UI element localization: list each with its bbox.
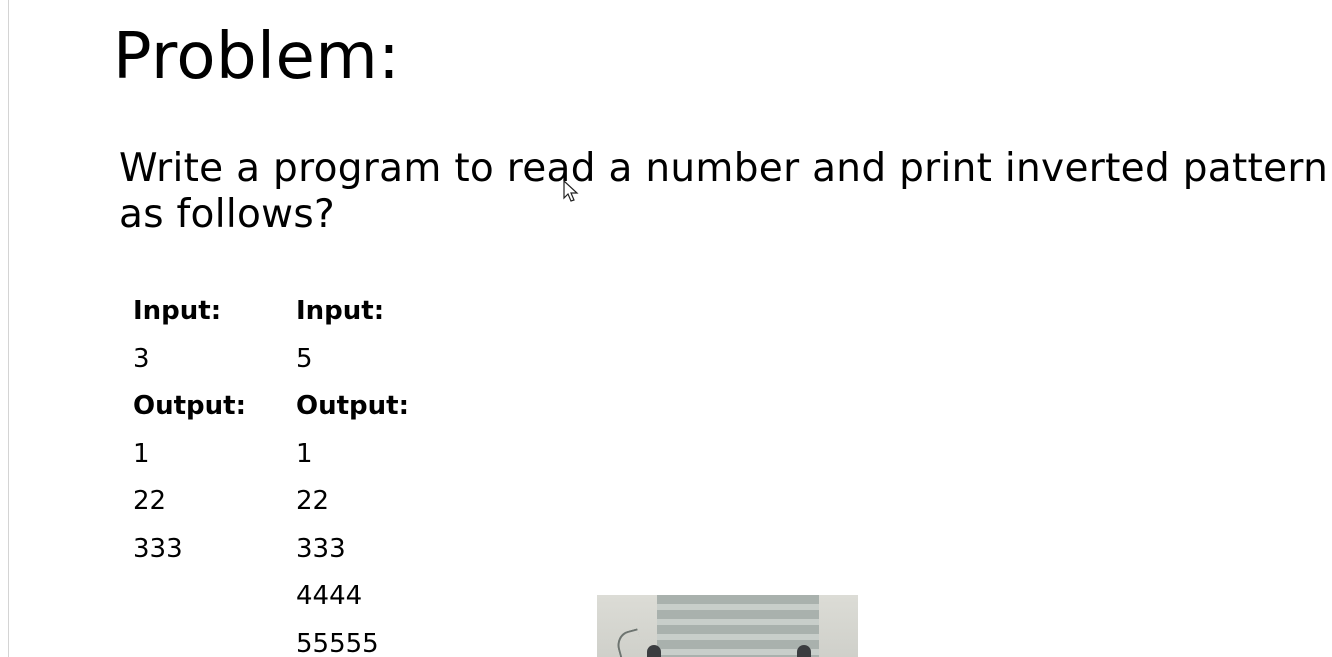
plant-decoration: [614, 628, 644, 657]
person-figure: [797, 645, 811, 657]
example-1-output-line: 333: [133, 533, 183, 564]
example-1-output-line: 1: [133, 438, 150, 469]
example-1-input-value: 3: [133, 343, 150, 374]
webcam-video-thumbnail[interactable]: [597, 595, 858, 657]
slide-title: Problem:: [113, 20, 401, 94]
example-2-input-label: Input:: [296, 296, 385, 326]
example-2-input-value: 5: [296, 343, 313, 374]
example-1-output-label: Output:: [133, 391, 246, 421]
example-2: Input: 5 Output: 1 22 333 4444 55555: [296, 292, 409, 657]
example-2-output-line: 333: [296, 533, 346, 564]
window-blinds: [657, 595, 819, 657]
example-1-output-line: 22: [133, 486, 167, 516]
example-1: Input: 3 Output: 1 22 333: [133, 292, 246, 577]
example-2-output-label: Output:: [296, 391, 409, 421]
example-1-input-label: Input:: [133, 296, 222, 326]
problem-statement: Write a program to read a number and pri…: [119, 146, 1329, 237]
example-2-output-line: 22: [296, 486, 330, 516]
person-figure: [647, 645, 661, 657]
slide-left-border: [8, 0, 9, 657]
mouse-pointer-icon: [563, 180, 579, 202]
example-2-output-line: 4444: [296, 581, 363, 611]
example-2-output-line: 1: [296, 438, 313, 469]
example-2-output-line: 55555: [296, 628, 379, 657]
